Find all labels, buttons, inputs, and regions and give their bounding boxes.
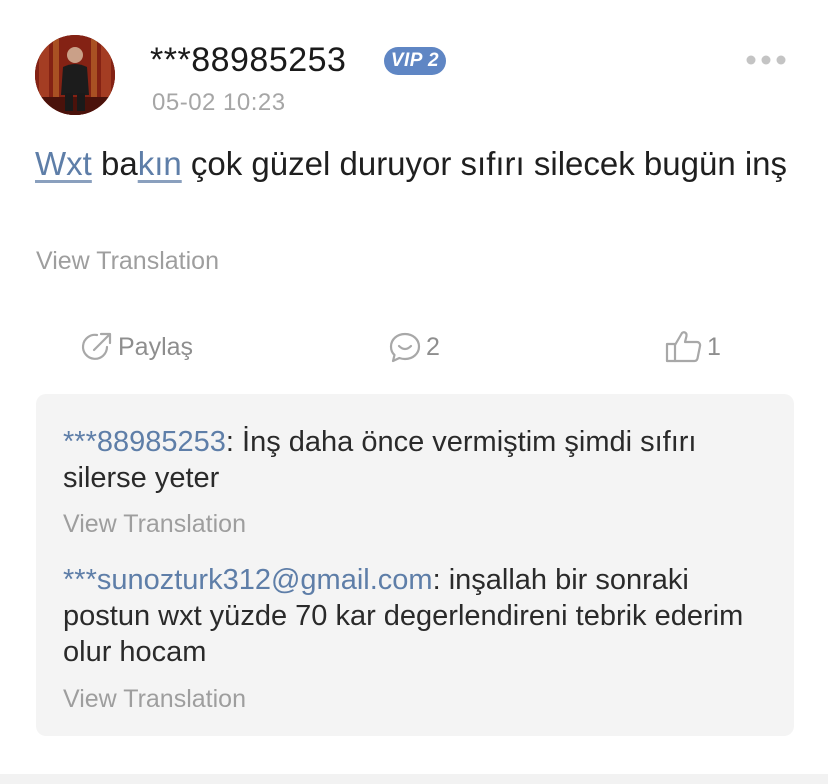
comment-count: 2 — [426, 332, 440, 361]
more-dots-icon[interactable] — [744, 52, 788, 68]
avatar[interactable] — [35, 35, 115, 115]
like-button[interactable]: 1 — [664, 328, 721, 366]
post-text: çok güzel duruyor sıfırı silecek bugün i… — [181, 145, 788, 182]
comment-icon — [387, 329, 423, 365]
comment-separator: : — [225, 426, 243, 458]
comment-separator: : — [432, 564, 449, 596]
share-icon — [79, 329, 115, 365]
post-timestamp: 05-02 10:23 — [152, 89, 286, 116]
share-button[interactable]: Paylaş — [79, 328, 193, 366]
comment-button[interactable]: 2 — [387, 328, 440, 366]
mention-link[interactable]: kın — [138, 145, 182, 182]
view-translation-link[interactable]: View Translation — [36, 246, 219, 276]
mention-link[interactable]: Wxt — [35, 145, 92, 182]
share-label: Paylaş — [118, 332, 194, 361]
post-content: Wxt bakın çok güzel duruyor sıfırı silec… — [35, 141, 795, 187]
avatar-photo — [35, 35, 115, 115]
comment-author[interactable]: ***88985253 — [63, 426, 226, 458]
comment-view-translation-link[interactable]: View Translation — [63, 684, 246, 714]
post-author[interactable]: ***88985253 — [150, 40, 346, 80]
comment-item: ***88985253: İnş daha önce vermiştim şim… — [63, 424, 773, 496]
section-divider — [0, 774, 828, 784]
comment-author[interactable]: ***sunozturk312@gmail.com — [63, 564, 433, 596]
thumbs-up-icon — [664, 329, 704, 365]
comment-view-translation-link[interactable]: View Translation — [63, 509, 246, 539]
comment-item: ***sunozturk312@gmail.com: inşallah bir … — [63, 562, 773, 670]
like-count: 1 — [707, 332, 721, 361]
post-card: ***88985253 VIP 2 05-02 10:23 Wxt bakın … — [0, 0, 828, 784]
comments-section: ***88985253: İnş daha önce vermiştim şim… — [36, 394, 794, 736]
vip-badge: VIP 2 — [384, 47, 446, 75]
post-text: ba — [91, 145, 138, 182]
